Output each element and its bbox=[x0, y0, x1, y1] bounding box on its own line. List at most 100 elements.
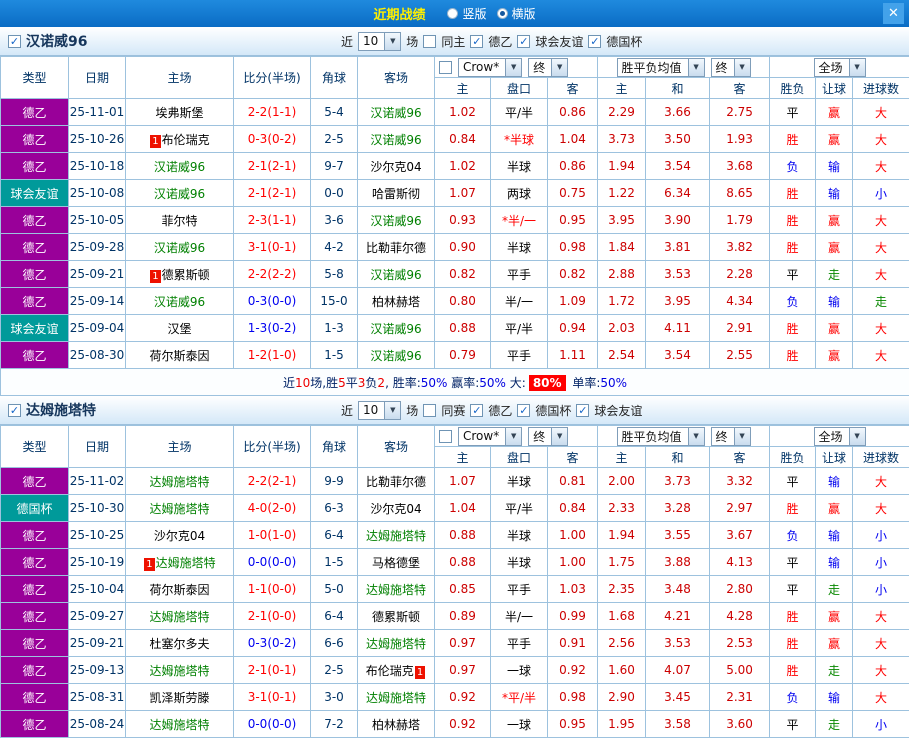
asian-line-cell: 半/一 bbox=[490, 602, 548, 630]
euro-away-odds-cell: 4.28 bbox=[709, 602, 771, 630]
asian-away-odds-cell: 0.92 bbox=[546, 656, 599, 684]
filter-label: 德乙 bbox=[488, 34, 513, 49]
score-cell: 2-1(2-1) bbox=[233, 179, 311, 207]
match-count-select[interactable]: 10 ▼ bbox=[358, 31, 402, 51]
chevron-down-icon: ▼ bbox=[848, 427, 865, 445]
asian-away-odds-cell: 0.84 bbox=[546, 494, 599, 522]
corners-cell: 0-0 bbox=[310, 179, 358, 207]
filter-checkbox[interactable] bbox=[517, 403, 531, 417]
asian-home-odds-cell: 0.79 bbox=[434, 341, 491, 369]
filter-label: 同赛 bbox=[441, 403, 466, 418]
match-count-select[interactable]: 10 ▼ bbox=[358, 400, 402, 420]
match-date-cell: 25-10-30 bbox=[68, 494, 126, 522]
match-row: 德乙 25-11-01 埃弗斯堡 2-2(1-1) 5-4 汉诺威96 1.02 平/半 0.8… bbox=[0, 98, 909, 126]
bookmaker-final-select[interactable]: 终 ▼ bbox=[528, 426, 569, 446]
odds-average-select[interactable]: 胜平负均值 ▼ bbox=[616, 426, 705, 446]
away-team-cell: 汉诺威96 bbox=[357, 260, 435, 288]
team-checkbox[interactable] bbox=[8, 403, 21, 417]
corners-cell: 2-5 bbox=[310, 125, 358, 153]
summary-part: 平 bbox=[345, 375, 358, 390]
asian-line-cell: 平手 bbox=[490, 575, 548, 603]
team-label: 汉堡 bbox=[167, 321, 192, 336]
match-row: 德乙 25-08-30 荷尔斯泰因 1-2(1-0) 1-5 汉诺威96 0.79 平手 1.1… bbox=[0, 341, 909, 369]
col-handicap-result: 让球 bbox=[815, 77, 854, 99]
asian-home-odds-cell: 0.97 bbox=[434, 656, 491, 684]
asian-line-cell: 半球 bbox=[490, 152, 548, 180]
odds-filter-checkbox[interactable] bbox=[439, 60, 452, 74]
filter-checkbox[interactable] bbox=[517, 34, 531, 48]
euro-away-odds-cell: 4.13 bbox=[709, 548, 771, 576]
odds-average-select[interactable]: 胜平负均值 ▼ bbox=[616, 57, 705, 77]
filter-checkbox[interactable] bbox=[588, 34, 602, 48]
asian-line-cell: 平手 bbox=[490, 629, 548, 657]
filter-checkbox[interactable] bbox=[423, 34, 437, 48]
euro-draw-odds-cell: 3.53 bbox=[645, 629, 711, 657]
fulltime-select[interactable]: 全场 ▼ bbox=[813, 426, 866, 446]
handicap-result-cell: 输 bbox=[815, 467, 854, 495]
euro-home-odds-cell: 1.94 bbox=[597, 521, 647, 549]
filter-checkbox[interactable] bbox=[423, 403, 437, 417]
match-row: 德乙 25-09-27 达姆施塔特 2-1(0-0) 6-4 德累斯顿 0.89 半/一 0.9… bbox=[0, 602, 909, 630]
asian-line-cell: 平/半 bbox=[490, 494, 548, 522]
team-label: 汉诺威96 bbox=[153, 240, 206, 255]
team-label: 达姆施塔特 bbox=[155, 555, 216, 570]
match-type-cell: 球会友谊 bbox=[0, 179, 69, 207]
asian-home-odds-cell: 1.07 bbox=[434, 179, 491, 207]
card-badge: 1 bbox=[150, 269, 161, 283]
bookmaker-final-select[interactable]: 终 ▼ bbox=[528, 57, 569, 77]
layout-vertical-option[interactable]: 竖版 bbox=[447, 5, 487, 22]
handicap-result-cell: 走 bbox=[815, 656, 854, 684]
asian-line-cell: 一球 bbox=[490, 710, 548, 738]
col-score: 比分(半场) bbox=[233, 425, 311, 468]
away-team-cell: 达姆施塔特 bbox=[357, 629, 435, 657]
euro-home-odds-cell: 2.54 bbox=[597, 341, 647, 369]
corners-cell: 1-5 bbox=[310, 548, 358, 576]
close-button[interactable]: ✕ bbox=[883, 3, 904, 24]
asian-line-cell: 半球 bbox=[490, 521, 548, 549]
euro-final-select[interactable]: 终 ▼ bbox=[710, 57, 751, 77]
corners-cell: 1-5 bbox=[310, 341, 358, 369]
team-checkbox[interactable] bbox=[8, 34, 21, 48]
match-type-cell: 球会友谊 bbox=[0, 314, 69, 342]
odds-filter-checkbox[interactable] bbox=[439, 429, 452, 443]
match-row: 德乙 25-08-31 凯泽斯劳滕 3-1(0-1) 3-0 达姆施塔特 0.92 *平/半 0… bbox=[0, 683, 909, 711]
match-type-cell: 德乙 bbox=[0, 710, 69, 738]
team-label: 德累斯顿 bbox=[371, 609, 420, 624]
fulltime-controls: 全场 ▼ bbox=[769, 56, 909, 78]
euro-draw-odds-cell: 3.88 bbox=[645, 548, 711, 576]
match-row: 德乙 25-10-25 沙尔克04 1-0(1-0) 6-4 达姆施塔特 0.88 半球 1.0… bbox=[0, 521, 909, 549]
match-date-cell: 25-10-04 bbox=[68, 575, 126, 603]
col-asian-away: 客 bbox=[546, 77, 599, 99]
euro-draw-odds-cell: 3.50 bbox=[645, 125, 711, 153]
euro-home-odds-cell: 1.75 bbox=[597, 548, 647, 576]
corners-cell: 5-8 bbox=[310, 260, 358, 288]
euro-away-odds-cell: 3.67 bbox=[709, 521, 771, 549]
handicap-result-cell: 输 bbox=[815, 287, 854, 315]
fulltime-select[interactable]: 全场 ▼ bbox=[813, 57, 866, 77]
home-team-cell: 汉诺威96 bbox=[125, 287, 234, 315]
asian-home-odds-cell: 0.85 bbox=[434, 575, 491, 603]
match-type-cell: 德乙 bbox=[0, 152, 69, 180]
filter-checkbox[interactable] bbox=[470, 403, 484, 417]
filter-label: 同主 bbox=[441, 34, 466, 49]
goals-result-cell: 小 bbox=[852, 548, 909, 576]
layout-horizontal-option[interactable]: 横版 bbox=[496, 5, 536, 22]
match-row: 德乙 25-09-13 达姆施塔特 2-1(0-1) 2-5 布伦瑞克 1 0.97 一球 0.9… bbox=[0, 656, 909, 684]
filter-checkbox[interactable] bbox=[576, 403, 590, 417]
result-cell: 胜 bbox=[769, 314, 817, 342]
team-section-darmstadt: 达姆施塔特 近10▼场同赛德乙德国杯球会友谊 类型 日期 主场 比分(半场) 角… bbox=[0, 396, 909, 738]
col-date: 日期 bbox=[68, 56, 126, 99]
filter-label: 德乙 bbox=[488, 403, 513, 418]
col-goals-result: 进球数 bbox=[852, 446, 909, 468]
team-label: 布伦瑞克 bbox=[161, 132, 210, 147]
bookmaker-select[interactable]: Crow* ▼ bbox=[458, 426, 523, 446]
col-type: 类型 bbox=[0, 56, 69, 99]
asian-home-odds-cell: 0.82 bbox=[434, 260, 491, 288]
bookmaker-select[interactable]: Crow* ▼ bbox=[458, 57, 523, 77]
euro-away-odds-cell: 1.79 bbox=[709, 206, 771, 234]
filter-checkbox[interactable] bbox=[470, 34, 484, 48]
chevron-down-icon: ▼ bbox=[551, 427, 568, 445]
handicap-result-cell: 赢 bbox=[815, 494, 854, 522]
euro-final-select[interactable]: 终 ▼ bbox=[710, 426, 751, 446]
table-controls-row: 类型 日期 主场 比分(半场) 角球 客场 Crow* ▼ 终 ▼ 胜平负均值 … bbox=[0, 56, 909, 99]
